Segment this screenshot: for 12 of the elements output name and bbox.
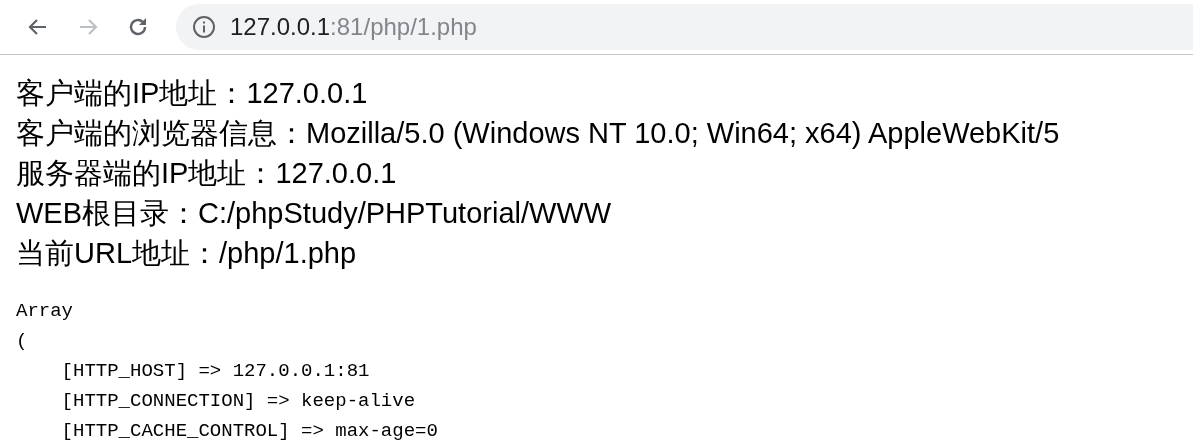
info-line: 服务器端的IP地址：127.0.0.1 [16,156,397,191]
array-dump-line: Array [16,299,73,324]
info-line: WEB根目录：C:/phpStudy/PHPTutorial/WWW [16,196,612,231]
address-bar[interactable]: 127.0.0.1:81/php/1.php [176,4,1193,50]
info-icon [192,15,216,39]
array-dump-line: [HTTP_CACHE_CONTROL] => max-age=0 [60,419,438,441]
info-line: 客户端的IP地址：127.0.0.1 [16,76,368,111]
info-line: 客户端的浏览器信息：Mozilla/5.0 (Windows NT 10.0; Win64; x64) AppleWebKit/5 [16,116,1060,151]
array-dump-line: [HTTP_CONNECTION] => keep-alive [60,389,416,414]
array-dump-line: [HTTP_HOST] => 127.0.0.1:81 [60,359,370,384]
array-dump-line: ( [16,329,28,354]
info-line: 当前URL地址：/php/1.php [16,236,357,271]
